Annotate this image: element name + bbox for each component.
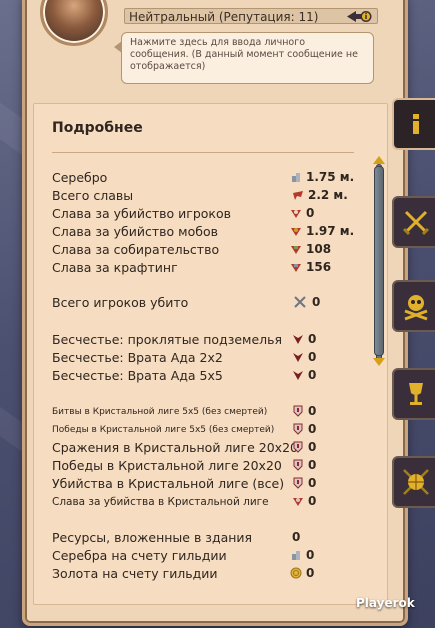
infamy-icon <box>293 353 303 362</box>
crossed-swords-icon <box>402 210 430 236</box>
watermark: Playerok <box>356 596 415 610</box>
stat-row-craft-fame: Слава за крафтинг 156 <box>52 260 352 276</box>
stat-label: Слава за убийство игроков <box>52 206 231 221</box>
stat-value: 0 <box>312 295 321 309</box>
stat-row-silver: Серебро 1.75 м. <box>52 170 355 186</box>
stat-row-crystal-5x5-wins: Победы в Кристальной лиге 5х5 (без смерт… <box>52 422 352 438</box>
crystal-fame-icon <box>293 498 303 506</box>
tab-kills[interactable] <box>392 280 435 332</box>
stat-row-crystal-20x20-wins: Победы в Кристальной лиге 20х20 0 <box>52 458 352 474</box>
tab-info[interactable] <box>392 98 435 150</box>
stat-value: 0 <box>306 206 315 220</box>
gold-icon <box>290 567 302 579</box>
stat-label: Бесчестье: Врата Ада 5x5 <box>52 368 223 383</box>
stat-row-pvp-fame: Слава за убийство игроков 0 <box>52 206 352 222</box>
stat-row-guild-gold: Золота на счету гильдии 0 <box>52 566 352 582</box>
gather-fame-icon <box>291 246 301 254</box>
stat-value: 156 <box>306 260 332 274</box>
stat-label: Слава за убийства в Кристальной лиге <box>52 496 269 508</box>
pvp-fame-icon <box>291 210 301 218</box>
silver-icon <box>292 173 300 182</box>
tab-achievements[interactable] <box>392 368 435 420</box>
infamy-icon <box>293 371 303 380</box>
stat-label: Ресурсы, вложенные в здания <box>52 530 253 545</box>
stat-row-total-fame: Всего славы 2.2 м. <box>52 188 352 204</box>
stat-row-infamy-hellgate-2x2: Бесчестье: Врата Ада 2x2 0 <box>52 350 352 366</box>
stat-row-gather-fame: Слава за собирательство 108 <box>52 242 352 258</box>
stat-value: 0 <box>308 368 317 382</box>
swords-icon <box>294 296 306 308</box>
stat-value: 0 <box>308 494 317 508</box>
crystal-icon <box>293 477 303 489</box>
stat-row-building-resources: Ресурсы, вложенные в здания 0 <box>52 530 352 546</box>
stat-value: 0 <box>308 476 317 490</box>
stat-label: Битвы в Кристальной лиге 5х5 (без смерте… <box>52 407 268 417</box>
globe-swords-icon <box>403 469 429 495</box>
title-divider <box>52 152 354 153</box>
stat-value: 0 <box>292 530 301 544</box>
stat-label: Бесчестье: проклятые подземелья <box>52 332 283 347</box>
panel-title: Подробнее <box>52 120 143 136</box>
stat-value: 0 <box>308 332 317 346</box>
stat-value: 0 <box>308 350 317 364</box>
stat-label: Сражения в Кристальной лиге 20х20 <box>52 440 298 455</box>
panel-scrollbar[interactable] <box>373 156 385 366</box>
tab-combat[interactable] <box>392 196 435 248</box>
info-icon <box>413 114 419 134</box>
stat-label: Серебро <box>52 170 108 185</box>
stat-row-pve-fame: Слава за убийство мобов 1.97 м. <box>52 224 355 240</box>
stat-label: Слава за собирательство <box>52 242 220 257</box>
stat-value: 0 <box>306 566 315 580</box>
stat-row-players-killed: Всего игроков убито 0 <box>52 295 352 311</box>
infamy-icon <box>293 335 303 344</box>
details-panel: Подробнее Серебро 1.75 м. Всего славы 2.… <box>33 103 388 605</box>
stat-row-crystal-20x20-battles: Сражения в Кристальной лиге 20х20 0 <box>52 440 352 456</box>
reputation-info-icon[interactable] <box>347 10 373 23</box>
reputation-label: Нейтральный (Репутация: 11) <box>129 10 319 24</box>
stat-row-guild-silver: Серебра на счету гильдии 0 <box>52 548 352 564</box>
tab-guild[interactable] <box>392 456 435 508</box>
craft-fame-icon <box>291 264 301 272</box>
stat-label: Всего игроков убито <box>52 295 189 310</box>
stat-label: Серебра на счету гильдии <box>52 548 227 563</box>
stat-label: Всего славы <box>52 188 134 203</box>
stat-value: 0 <box>308 440 317 454</box>
stat-value: 108 <box>306 242 332 256</box>
stat-row-infamy-dungeons: Бесчестье: проклятые подземелья 0 <box>52 332 352 348</box>
stat-value: 0 <box>308 458 317 472</box>
stat-label: Золота на счету гильдии <box>52 566 218 581</box>
crystal-icon <box>293 405 303 417</box>
scroll-thumb[interactable] <box>374 166 384 356</box>
stat-value: 1.97 м. <box>306 224 355 238</box>
stat-value: 0 <box>308 404 317 418</box>
stat-label: Бесчестье: Врата Ада 2x2 <box>52 350 223 365</box>
crystal-icon <box>293 441 303 453</box>
stat-row-infamy-hellgate-5x5: Бесчестье: Врата Ада 5x5 0 <box>52 368 352 384</box>
reputation-bar: Нейтральный (Репутация: 11) <box>124 8 378 24</box>
stat-label: Победы в Кристальной лиге 5х5 (без смерт… <box>52 425 275 435</box>
personal-message-bubble[interactable]: Нажмите здесь для ввода личного сообщени… <box>114 32 374 84</box>
crystal-icon <box>293 459 303 471</box>
fame-icon <box>293 191 303 200</box>
stat-value: 0 <box>306 548 315 562</box>
stat-value: 1.75 м. <box>306 170 355 184</box>
stat-value: 2.2 м. <box>308 188 348 202</box>
stat-row-crystal-kill-fame: Слава за убийства в Кристальной лиге 0 <box>52 494 352 510</box>
chalice-icon <box>409 383 423 405</box>
stat-label: Победы в Кристальной лиге 20х20 <box>52 458 282 473</box>
scroll-up-icon[interactable] <box>373 156 385 164</box>
pve-fame-icon <box>291 228 301 236</box>
crystal-icon <box>293 423 303 435</box>
stat-label: Слава за убийство мобов <box>52 224 218 239</box>
skull-crossbones-icon <box>404 295 428 321</box>
stat-value: 0 <box>308 422 317 436</box>
scroll-down-icon[interactable] <box>373 358 385 366</box>
stat-label: Слава за крафтинг <box>52 260 178 275</box>
silver-icon <box>292 551 300 560</box>
stat-label: Убийства в Кристальной лиге (все) <box>52 476 285 491</box>
stat-row-crystal-kills: Убийства в Кристальной лиге (все) 0 <box>52 476 352 492</box>
stat-row-crystal-5x5-battles: Битвы в Кристальной лиге 5х5 (без смерте… <box>52 404 352 420</box>
